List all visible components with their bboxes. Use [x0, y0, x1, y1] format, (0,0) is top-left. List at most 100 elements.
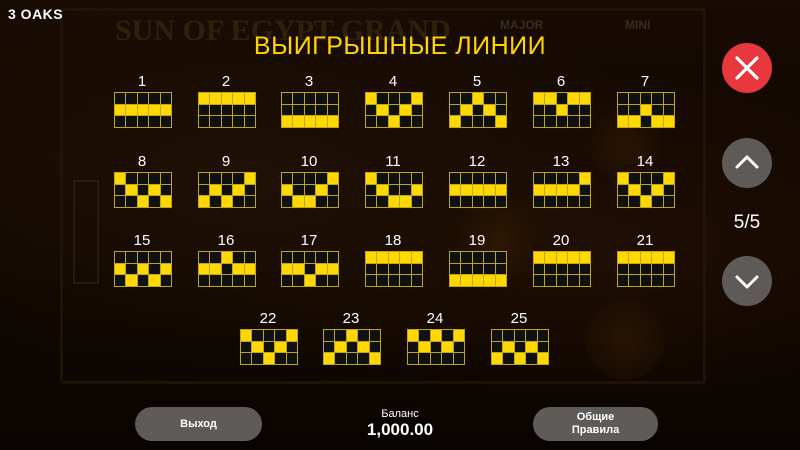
payline-cell: [663, 93, 674, 104]
payline-cell-active: [514, 353, 526, 364]
payline-cell: [492, 330, 503, 341]
payline-cell-active: [568, 184, 579, 196]
payline-number: 14: [636, 153, 654, 170]
payline-cell: [419, 353, 430, 364]
payline-cell-active: [400, 252, 411, 263]
payline-cell-active: [640, 196, 652, 207]
payline-cell: [461, 196, 472, 207]
payline-cell-active: [472, 184, 484, 196]
payline-cell-active: [411, 252, 422, 263]
payline-cell: [293, 184, 304, 196]
payline-cell: [461, 263, 472, 275]
payline-cell: [411, 263, 422, 275]
payline-cell: [241, 341, 252, 353]
payline-cell: [293, 93, 304, 104]
page-down-button[interactable]: [722, 256, 772, 306]
payline-cell-active: [408, 330, 419, 341]
close-button[interactable]: [722, 43, 772, 93]
payline-cell: [461, 252, 472, 263]
payline-cell: [366, 263, 377, 275]
payline-diagram: [449, 172, 507, 208]
payline-cell-active: [450, 116, 461, 127]
payline-cell-active: [149, 184, 160, 196]
payline-cell: [652, 173, 663, 184]
payline-cell: [366, 184, 377, 196]
payline-number: 17: [300, 232, 318, 249]
payline-cell: [369, 330, 380, 341]
payline-cell: [652, 93, 663, 104]
payline-cell-active: [369, 353, 380, 364]
payline-cell: [115, 116, 126, 127]
payline-cell-active: [304, 275, 316, 286]
payline-cell-active: [221, 93, 233, 104]
payline-cell-active: [115, 263, 126, 275]
payline-cell-active: [419, 341, 430, 353]
payline-cell-active: [199, 263, 210, 275]
page-up-button[interactable]: [722, 138, 772, 188]
payline-cell: [252, 330, 263, 341]
exit-button[interactable]: Выход: [135, 407, 262, 441]
general-rules-button[interactable]: Общие Правила: [533, 407, 658, 441]
payline-cell: [629, 104, 640, 116]
payline-cell-active: [366, 252, 377, 263]
payline-diagram: [617, 251, 675, 287]
payline-cell: [304, 104, 316, 116]
payline-cell: [335, 330, 346, 341]
payline-cell: [495, 263, 506, 275]
payline-cell: [377, 173, 388, 184]
payline-cell: [568, 116, 579, 127]
payline-cell: [327, 93, 338, 104]
payline-cell: [663, 104, 674, 116]
payline-cell: [503, 330, 514, 341]
payline-cell-active: [663, 116, 674, 127]
payline-diagram: [533, 251, 591, 287]
payline-cell-active: [366, 173, 377, 184]
payline-cell: [126, 263, 137, 275]
payline-cell: [640, 275, 652, 286]
payline-cell: [652, 263, 663, 275]
payline-cell-active: [137, 196, 149, 207]
payline-cell: [327, 104, 338, 116]
payline-cell-active: [663, 252, 674, 263]
payline-cell-active: [115, 104, 126, 116]
payline-cell: [304, 93, 316, 104]
payline-diagram: [240, 329, 298, 365]
payline-cell: [244, 252, 255, 263]
payline-cell-active: [640, 252, 652, 263]
payline-cell: [408, 353, 419, 364]
payline-cell-active: [377, 104, 388, 116]
paylines-title: ВЫИГРЫШНЫЕ ЛИНИИ: [253, 32, 547, 60]
payline-number: 23: [342, 310, 360, 327]
payline-cell: [556, 196, 568, 207]
payline-cell: [461, 173, 472, 184]
payline-cell: [244, 196, 255, 207]
payline-cell-active: [411, 184, 422, 196]
payline-diagram: [198, 251, 256, 287]
payline-cell: [377, 116, 388, 127]
payline-cell: [304, 252, 316, 263]
payline-cell: [618, 93, 629, 104]
payline-cell-active: [545, 184, 556, 196]
payline-diagram: [365, 172, 423, 208]
payline-cell-active: [327, 173, 338, 184]
payline-cell-active: [377, 184, 388, 196]
payline-cell-active: [663, 173, 674, 184]
payline-cell-active: [461, 104, 472, 116]
payline-cell-active: [556, 252, 568, 263]
payline-cell-active: [199, 93, 210, 104]
payline-cell: [304, 184, 316, 196]
payline-cell: [199, 173, 210, 184]
payline-cell: [358, 353, 369, 364]
payline-cell-active: [652, 116, 663, 127]
payline-number: 24: [426, 310, 444, 327]
payline-cell-active: [556, 184, 568, 196]
payline-cell: [629, 263, 640, 275]
payline-cell: [388, 104, 400, 116]
payline-cell: [327, 275, 338, 286]
payline-cell: [275, 353, 286, 364]
payline-cell-active: [327, 116, 338, 127]
payline-cell: [221, 173, 233, 184]
payline-cell-active: [568, 93, 579, 104]
payline-cell-active: [495, 184, 506, 196]
payline-cell-active: [293, 116, 304, 127]
